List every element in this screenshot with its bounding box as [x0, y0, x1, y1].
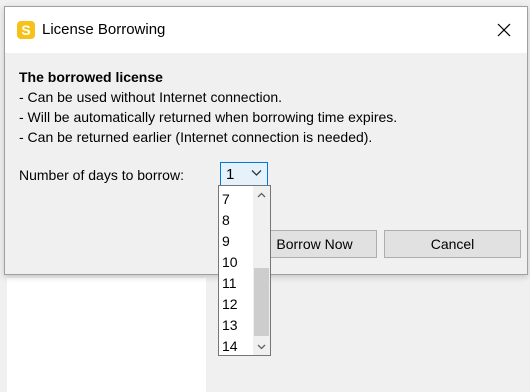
chevron-up-icon — [257, 192, 266, 197]
days-label: Number of days to borrow: — [19, 167, 184, 183]
scroll-thumb[interactable] — [254, 268, 269, 336]
days-select[interactable]: 1 — [220, 162, 268, 186]
dropdown-scrollbar[interactable] — [253, 186, 270, 355]
background-panel — [7, 278, 206, 392]
dropdown-option[interactable]: 14 — [222, 336, 238, 357]
info-line: - Can be used without Internet connectio… — [19, 89, 283, 105]
info-line: - Will be automatically returned when bo… — [19, 109, 398, 125]
dialog-title: License Borrowing — [42, 21, 166, 38]
dropdown-option[interactable]: 10 — [222, 252, 238, 273]
info-line: - Can be returned earlier (Internet conn… — [19, 129, 373, 145]
dropdown-option[interactable]: 8 — [222, 210, 230, 231]
close-icon — [497, 23, 511, 37]
dropdown-option[interactable]: 9 — [222, 231, 230, 252]
cancel-button[interactable]: Cancel — [384, 230, 521, 258]
app-icon: S — [17, 21, 35, 39]
info-heading: The borrowed license — [19, 69, 163, 85]
dropdown-option[interactable]: 13 — [222, 315, 238, 336]
dropdown-option[interactable]: 12 — [222, 294, 238, 315]
scroll-up-button[interactable] — [253, 186, 270, 203]
app-icon-letter: S — [21, 22, 31, 38]
title-bar: S License Borrowing — [5, 7, 527, 53]
chevron-down-icon — [257, 344, 266, 349]
close-button[interactable] — [481, 7, 527, 53]
dropdown-option[interactable]: 11 — [222, 273, 237, 294]
scroll-down-button[interactable] — [253, 338, 270, 355]
info-text: The borrowed license - Can be used witho… — [19, 67, 397, 147]
days-dropdown-list: 7 8 9 10 11 12 13 14 — [218, 185, 271, 356]
days-select-value: 1 — [226, 166, 235, 183]
dropdown-option[interactable]: 7 — [222, 189, 230, 210]
chevron-down-icon — [251, 170, 262, 176]
